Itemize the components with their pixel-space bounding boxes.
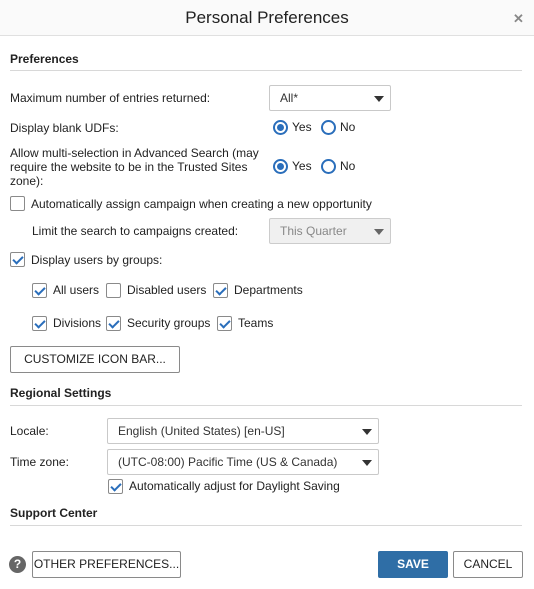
timezone-select[interactable]: (UTC-08:00) Pacific Time (US & Canada) (107, 449, 379, 475)
divisions-checkbox[interactable] (32, 316, 47, 331)
divider (10, 525, 522, 526)
multi-selection-label-line-3: zone): (10, 174, 44, 188)
departments-label: Departments (234, 283, 303, 297)
security-groups-label: Security groups (127, 316, 211, 330)
save-button[interactable]: SAVE (378, 551, 448, 578)
limit-search-select: This Quarter (269, 218, 391, 244)
max-entries-label: Maximum number of entries returned: (10, 91, 211, 105)
blank-udfs-no-label: No (340, 120, 356, 134)
multi-selection-no-label: No (340, 159, 356, 173)
timezone-value: (UTC-08:00) Pacific Time (US & Canada) (118, 455, 338, 469)
blank-udfs-no-radio[interactable] (321, 120, 336, 135)
teams-checkbox[interactable] (217, 316, 232, 331)
divider (10, 70, 522, 71)
daylight-saving-checkbox[interactable] (108, 479, 123, 494)
chevron-down-icon (374, 96, 384, 102)
disabled-users-checkbox[interactable] (106, 283, 121, 298)
disabled-users-label: Disabled users (127, 283, 207, 297)
max-entries-select[interactable]: All* (269, 85, 391, 111)
multi-selection-yes-label: Yes (292, 159, 312, 173)
teams-label: Teams (238, 316, 274, 330)
limit-search-label: Limit the search to campaigns created: (32, 224, 239, 238)
close-icon[interactable]: ✕ (513, 11, 524, 27)
multi-selection-label-line-1: Allow multi-selection in Advanced Search… (10, 146, 259, 160)
limit-search-value: This Quarter (280, 224, 347, 238)
dialog-title: Personal Preferences (185, 8, 349, 27)
display-users-by-groups-checkbox[interactable] (10, 252, 25, 267)
blank-udfs-label: Display blank UDFs: (10, 121, 119, 135)
locale-select[interactable]: English (United States) [en-US] (107, 418, 379, 444)
daylight-saving-label: Automatically adjust for Daylight Saving (129, 479, 340, 493)
auto-assign-campaign-label: Automatically assign campaign when creat… (31, 197, 372, 211)
chevron-down-icon (362, 429, 372, 435)
multi-selection-yes-radio[interactable] (273, 159, 288, 174)
all-users-checkbox[interactable] (32, 283, 47, 298)
support-center-section-title: Support Center (10, 506, 98, 520)
chevron-down-icon (374, 229, 384, 235)
display-users-by-groups-label: Display users by groups: (31, 253, 163, 267)
regional-settings-section-title: Regional Settings (10, 386, 112, 400)
timezone-label: Time zone: (10, 455, 69, 469)
help-icon[interactable]: ? (9, 556, 26, 573)
multi-selection-label-line-2: require the website to be in the Trusted… (10, 160, 248, 174)
blank-udfs-yes-radio[interactable] (273, 120, 288, 135)
cancel-button[interactable]: CANCEL (453, 551, 523, 578)
locale-label: Locale: (10, 424, 49, 438)
blank-udfs-yes-label: Yes (292, 120, 312, 134)
departments-checkbox[interactable] (213, 283, 228, 298)
all-users-label: All users (53, 283, 100, 297)
customize-icon-bar-button[interactable]: CUSTOMIZE ICON BAR... (10, 346, 180, 373)
auto-assign-campaign-checkbox[interactable] (10, 196, 25, 211)
other-preferences-button[interactable]: OTHER PREFERENCES... (32, 551, 181, 578)
divider (10, 405, 522, 406)
multi-selection-no-radio[interactable] (321, 159, 336, 174)
security-groups-checkbox[interactable] (106, 316, 121, 331)
preferences-section-title: Preferences (10, 52, 79, 66)
locale-value: English (United States) [en-US] (118, 424, 285, 438)
chevron-down-icon (362, 460, 372, 466)
divisions-label: Divisions (53, 316, 102, 330)
max-entries-value: All* (280, 91, 299, 105)
